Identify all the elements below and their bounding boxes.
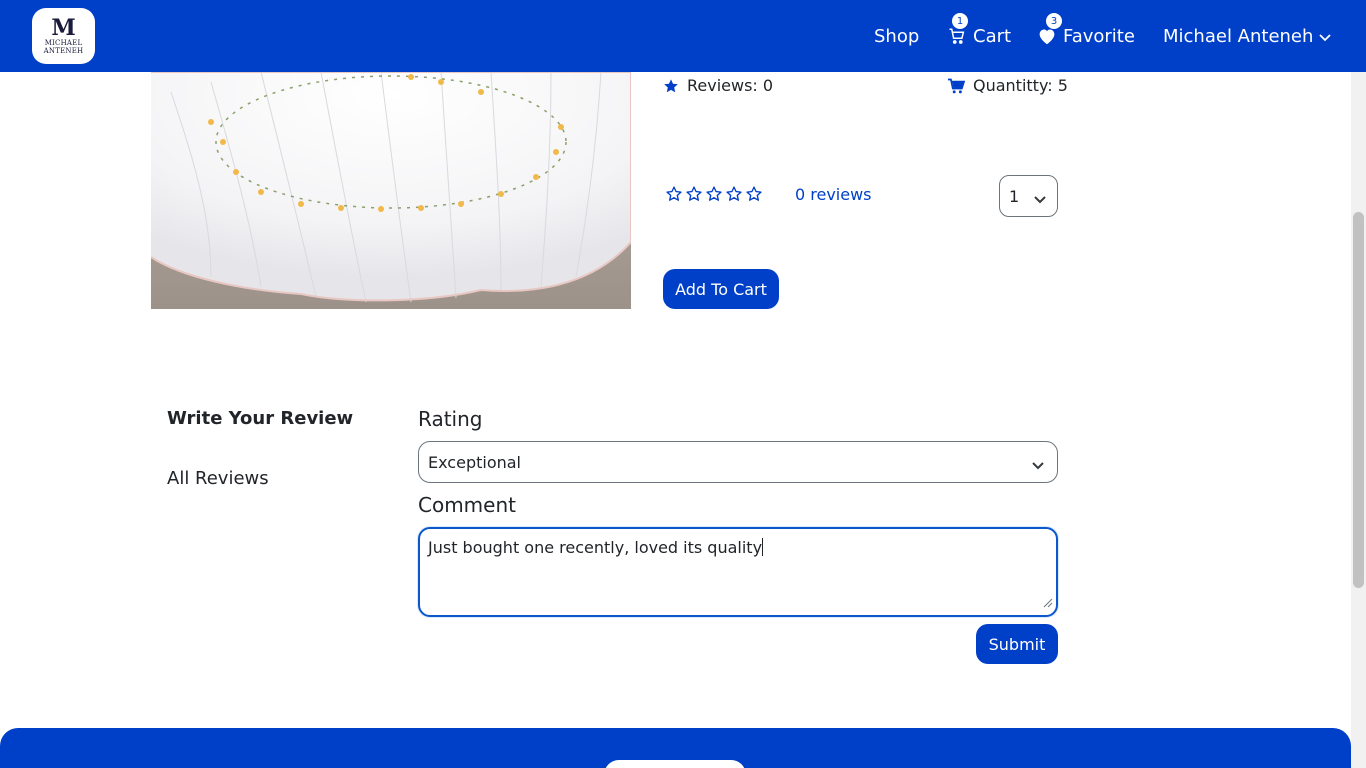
add-to-cart-button[interactable]: Add To Cart [663, 269, 779, 309]
nav-cart-label: Cart [973, 25, 1012, 47]
nav-shop-label: Shop [874, 25, 920, 47]
heart-icon: 3 [1037, 13, 1062, 46]
chevron-down-icon [1319, 26, 1332, 47]
resize-handle-icon[interactable] [1043, 593, 1053, 612]
star-outline-icon [726, 186, 742, 201]
submit-review-button[interactable]: Submit [976, 624, 1058, 664]
cart-count-badge: 1 [952, 13, 968, 29]
footer-pill [604, 760, 746, 768]
star-outline-icon [686, 186, 702, 201]
text-cursor [762, 538, 764, 556]
logo-line-1: MICHAEL [44, 39, 83, 47]
star-outline-icon [706, 186, 722, 201]
nav-shop-link[interactable]: Shop [874, 0, 919, 72]
comment-textarea[interactable]: Just bought one recently, loved its qual… [418, 527, 1058, 617]
navbar: M MICHAEL ANTENEH Shop 1 Cart 3 Favorite… [0, 0, 1366, 72]
chevron-down-icon [1031, 456, 1045, 475]
comment-text: Just bought one recently, loved its qual… [428, 538, 763, 557]
reviews-count: Reviews: 0 [663, 76, 773, 95]
footer [0, 728, 1351, 768]
user-name-label: Michael Anteneh [1163, 25, 1314, 47]
logo-mark: M [51, 15, 76, 41]
product-image [151, 72, 631, 309]
star-filled-icon [664, 78, 678, 92]
nav-cart-link[interactable]: 1 Cart [947, 0, 1011, 72]
rating-stars [665, 185, 763, 203]
scrollbar-thumb[interactable] [1353, 212, 1364, 588]
nav-favorite-label: Favorite [1063, 25, 1135, 47]
shopping-cart-icon [948, 78, 965, 93]
logo-line-2: ANTENEH [43, 47, 84, 55]
user-menu-dropdown[interactable]: Michael Anteneh [1163, 0, 1332, 72]
quantity-select-value: 1 [1009, 186, 1020, 206]
tab-all-reviews[interactable]: All Reviews [167, 468, 269, 489]
rating-select-value: Exceptional [428, 452, 521, 472]
reviews-link[interactable]: 0 reviews [795, 185, 872, 204]
quantity-select[interactable]: 1 [999, 175, 1058, 217]
reviews-count-label: Reviews: 0 [687, 76, 774, 95]
chevron-down-icon [1033, 190, 1047, 209]
nav-favorite-link[interactable]: 3 Favorite [1037, 0, 1135, 72]
tab-write-review[interactable]: Write Your Review [167, 408, 353, 429]
rating-label: Rating [418, 407, 483, 431]
comment-label: Comment [418, 493, 516, 517]
star-outline-icon [746, 186, 762, 201]
quantity-label: Quantitty: 5 [973, 76, 1068, 95]
rating-select[interactable]: Exceptional [418, 441, 1058, 483]
brand-logo[interactable]: M MICHAEL ANTENEH [32, 8, 95, 64]
favorite-count-badge: 3 [1046, 13, 1062, 29]
cart-icon: 1 [947, 13, 968, 46]
quantity-info: Quantitty: 5 [947, 76, 1068, 95]
star-outline-icon [666, 186, 682, 201]
